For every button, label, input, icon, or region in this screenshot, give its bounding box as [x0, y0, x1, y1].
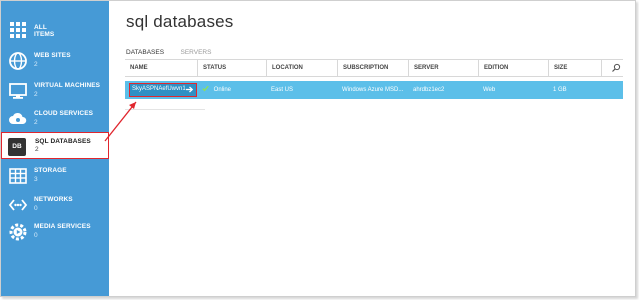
column-header-edition[interactable]: EDITION — [478, 60, 548, 76]
table-header: NAME STATUS LOCATION SUBSCRIPTION SERVER… — [125, 59, 623, 77]
column-header-server[interactable]: SERVER — [408, 60, 478, 76]
column-header-subscription[interactable]: SUBSCRIPTION — [337, 60, 408, 76]
column-header-status[interactable]: STATUS — [197, 60, 266, 76]
status-cell: Online — [197, 81, 266, 99]
tab-bar: DATABASES SERVERS — [126, 41, 223, 59]
page-title: sql databases — [126, 12, 234, 31]
sidebar-item-sql-databases[interactable]: DB SQL DATABASES 2 — [1, 132, 109, 159]
size-cell: 1 GB — [553, 87, 567, 93]
sidebar-item-label: VIRTUAL MACHINES — [34, 82, 101, 89]
sidebar-item-count: 0 — [34, 232, 38, 239]
databases-table: NAME STATUS LOCATION SUBSCRIPTION SERVER… — [125, 59, 623, 110]
sidebar-item-virtual-machines[interactable]: VIRTUAL MACHINES 2 — [1, 78, 109, 108]
checkmark-icon — [202, 85, 209, 92]
sidebar-item-label: STORAGE — [34, 167, 67, 174]
sidebar-item-count: 2 — [35, 146, 39, 153]
subscription-cell: Windows Azure MSD... — [342, 87, 404, 93]
network-arrows-icon — [8, 195, 28, 215]
row-divider — [125, 99, 205, 110]
tab-servers[interactable]: SERVERS — [181, 49, 212, 56]
database-name: SkyASPNAefUwvn1 — [132, 86, 186, 92]
sidebar-item-label: CLOUD SERVICES — [34, 110, 94, 117]
edition-cell: Web — [483, 87, 496, 93]
cloud-gear-icon — [8, 109, 28, 129]
portal-window: ALL ITEMS WEB SITES 2 VIRTUAL MACHINES 2… — [0, 0, 636, 297]
location-cell: East US — [271, 87, 294, 93]
sidebar-item-label: NETWORKS — [34, 196, 73, 203]
grid-icon — [8, 20, 28, 40]
column-header-size[interactable]: SIZE — [548, 60, 601, 76]
sidebar-item-count: 3 — [34, 176, 38, 183]
search-icon[interactable] — [611, 63, 621, 73]
monitor-icon — [8, 81, 28, 101]
column-header-name[interactable]: NAME — [125, 60, 197, 76]
sidebar-item-label: WEB SITES — [34, 52, 71, 59]
column-header-search — [601, 60, 623, 76]
sidebar-item-count: 2 — [34, 61, 38, 68]
sidebar-item-count: 2 — [34, 91, 38, 98]
database-icon: DB — [8, 138, 26, 156]
sidebar-item-count: 0 — [34, 205, 38, 212]
database-name-cell[interactable]: SkyASPNAefUwvn1 — [129, 83, 197, 97]
sidebar: ALL ITEMS WEB SITES 2 VIRTUAL MACHINES 2… — [1, 1, 109, 296]
sidebar-item-storage[interactable]: STORAGE 3 — [1, 163, 109, 193]
sidebar-item-networks[interactable]: NETWORKS 0 — [1, 192, 109, 222]
table-row[interactable]: SkyASPNAefUwvn1 Online East US Windows A… — [125, 81, 623, 99]
sidebar-item-media-services[interactable]: MEDIA SERVICES 0 — [1, 219, 109, 249]
server-cell[interactable]: ahrdbz1ec2 — [408, 81, 478, 99]
main-content: sql databases DATABASES SERVERS NAME STA… — [109, 1, 635, 296]
globe-icon — [8, 51, 28, 71]
sidebar-item-label: SQL DATABASES — [35, 138, 91, 145]
tab-databases[interactable]: DATABASES — [126, 49, 164, 56]
sidebar-item-label: ALL ITEMS — [34, 24, 55, 38]
sidebar-item-count: 2 — [34, 119, 38, 126]
media-gear-icon — [8, 222, 28, 242]
arrow-right-icon[interactable] — [185, 85, 194, 94]
sidebar-item-all-items[interactable]: ALL ITEMS — [1, 17, 109, 47]
storage-table-icon — [8, 166, 28, 186]
sidebar-item-web-sites[interactable]: WEB SITES 2 — [1, 48, 109, 78]
sidebar-item-label: MEDIA SERVICES — [34, 223, 91, 230]
column-header-location[interactable]: LOCATION — [266, 60, 337, 76]
status-text: Online — [213, 87, 232, 93]
